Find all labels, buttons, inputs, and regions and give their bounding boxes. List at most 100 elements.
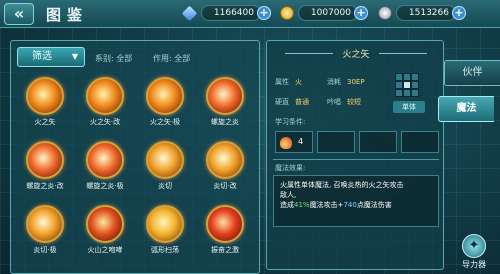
cast-label: 吟唱 <box>327 98 341 106</box>
skill-name: 弧形扫荡 <box>151 246 179 254</box>
skill-name: 炎切·极 <box>33 246 57 254</box>
skill-item[interactable]: 火之矢·改 <box>75 77 135 133</box>
range-cell <box>411 89 419 97</box>
chevron-down-icon: ▼ <box>71 52 78 61</box>
top-bar: « 图鉴 1166400 + 1007000 + 1513266 + <box>0 0 500 28</box>
range-cell <box>395 89 403 97</box>
filter-label: 筛选 <box>32 51 52 62</box>
target-type-badge: 单体 <box>393 101 425 113</box>
skill-item[interactable]: 螺旋之炎·极 <box>75 141 135 197</box>
effect-title: 魔法效果: <box>275 164 306 172</box>
skill-item[interactable]: 炎切·极 <box>15 205 75 261</box>
requirement-slot-empty <box>401 131 439 153</box>
gold-coin-icon <box>280 6 294 20</box>
currency-gold: 1007000 + <box>280 4 368 22</box>
gold-amount: 1007000 <box>298 5 358 21</box>
back-button[interactable]: « <box>4 3 34 25</box>
range-cell <box>411 81 419 89</box>
skill-item[interactable]: 炎切·改 <box>195 141 255 197</box>
range-cell <box>395 73 403 81</box>
skill-detail-panel: 火之矢 属性火 消耗 30EP 硬直 普通 吟唱 较短 单体 学习条件: 4 魔… <box>266 40 444 270</box>
skill-name: 火山之咆哮 <box>87 246 123 254</box>
page-title: 图鉴 <box>46 6 89 24</box>
flame-slash-icon <box>206 141 244 179</box>
effect-percent: 41% <box>294 201 310 209</box>
crystal-icon <box>181 5 198 21</box>
skill-item[interactable]: 振奋之激 <box>195 205 255 261</box>
orbment-label: 导力器 <box>462 260 486 269</box>
hardness-row: 硬直 普通 <box>275 97 309 107</box>
requirement-slot: 4 <box>275 131 313 153</box>
effect-line: 敌人, <box>280 191 297 199</box>
requirements-label: 学习条件: <box>275 118 306 126</box>
effect-text: 魔法攻击+ <box>309 201 344 209</box>
tab-magic[interactable]: 魔法 <box>438 96 494 122</box>
cast-row: 吟唱 较短 <box>327 97 361 107</box>
effect-filter-text[interactable]: 作用: 全部 <box>153 53 190 64</box>
section-divider <box>273 159 439 160</box>
orbment-icon: ✦ <box>462 234 486 258</box>
skill-name: 螺旋之炎·改 <box>26 182 64 190</box>
effect-flat-value: 740 <box>343 201 357 209</box>
currency-silver: 1513266 + <box>378 4 466 22</box>
effect-text: 点魔法伤害 <box>356 201 392 209</box>
skill-name: 火之矢 <box>34 118 56 126</box>
skill-name: 螺旋之炎 <box>211 118 239 126</box>
codex-screen: « 图鉴 1166400 + 1007000 + 1513266 + 筛选 ▼ … <box>0 0 500 274</box>
tab-partner[interactable]: 伙伴 <box>444 60 500 86</box>
effect-line: 火属性单体魔法, 召唤炎热的火之矢攻击 <box>280 181 404 189</box>
effect-text: 造成 <box>280 201 294 209</box>
skill-name: 火之矢·极 <box>149 118 181 126</box>
range-cell-active <box>403 81 411 89</box>
orbment-button[interactable]: ✦ 导力器 <box>452 234 496 270</box>
title-divider-right <box>379 53 427 54</box>
silver-coin-icon <box>378 6 392 20</box>
add-gold-button[interactable]: + <box>354 6 368 20</box>
spiral-flame-icon <box>206 77 244 115</box>
requirement-slot-empty <box>317 131 355 153</box>
series-filter-text[interactable]: 系别: 全部 <box>95 53 132 64</box>
cost-label: 消耗 <box>327 78 341 86</box>
cost-row: 消耗 30EP <box>327 77 365 87</box>
add-crystal-button[interactable]: + <box>257 6 271 20</box>
skill-name: 炎切 <box>158 182 172 190</box>
attribute-label: 属性 <box>275 78 289 86</box>
range-cell <box>411 73 419 81</box>
currency-crystal: 1166400 + <box>181 4 271 22</box>
cast-value: 较短 <box>347 98 361 106</box>
skill-item[interactable]: 螺旋之炎·改 <box>15 141 75 197</box>
skill-name: 火之矢·改 <box>89 118 121 126</box>
skill-name: 振奋之激 <box>211 246 239 254</box>
skill-item[interactable]: 火之矢 <box>15 77 75 133</box>
skill-name: 螺旋之炎·极 <box>86 182 124 190</box>
arc-sweep-icon <box>146 205 184 243</box>
fire-element-icon <box>280 137 292 149</box>
flame-slash-icon <box>146 141 184 179</box>
fire-arrow-icon <box>26 77 64 115</box>
skill-item[interactable]: 火山之咆哮 <box>75 205 135 261</box>
cost-value: 30EP <box>347 78 365 86</box>
skill-item[interactable]: 火之矢·极 <box>135 77 195 133</box>
effect-description: 火属性单体魔法, 召唤炎热的火之矢攻击 敌人, 造成41%魔法攻击+740点魔法… <box>273 175 439 227</box>
hardness-label: 硬直 <box>275 98 289 106</box>
range-cell <box>403 89 411 97</box>
filter-button[interactable]: 筛选 ▼ <box>17 47 85 67</box>
skill-name: 炎切·改 <box>213 182 237 190</box>
crystal-amount: 1166400 <box>201 5 261 21</box>
spiral-flame-icon <box>26 141 64 179</box>
range-cell <box>403 73 411 81</box>
skill-item[interactable]: 螺旋之炎 <box>195 77 255 133</box>
skill-list-panel: 筛选 ▼ 系别: 全部 作用: 全部 火之矢 火之矢·改 火之矢·极 螺旋之炎螺旋之炎… <box>10 40 260 274</box>
skill-item[interactable]: 弧形扫荡 <box>135 205 195 261</box>
spiral-flame-icon <box>86 141 124 179</box>
skill-item[interactable]: 炎切 <box>135 141 195 197</box>
fire-arrow-icon <box>146 77 184 115</box>
silver-amount: 1513266 <box>396 5 456 21</box>
range-cell <box>395 81 403 89</box>
requirements-row: 4 <box>275 131 439 153</box>
attribute-value: 火 <box>295 78 302 86</box>
area-range-grid <box>395 73 419 97</box>
add-silver-button[interactable]: + <box>452 6 466 20</box>
attribute-row: 属性火 <box>275 77 302 87</box>
requirement-value: 4 <box>298 137 304 146</box>
